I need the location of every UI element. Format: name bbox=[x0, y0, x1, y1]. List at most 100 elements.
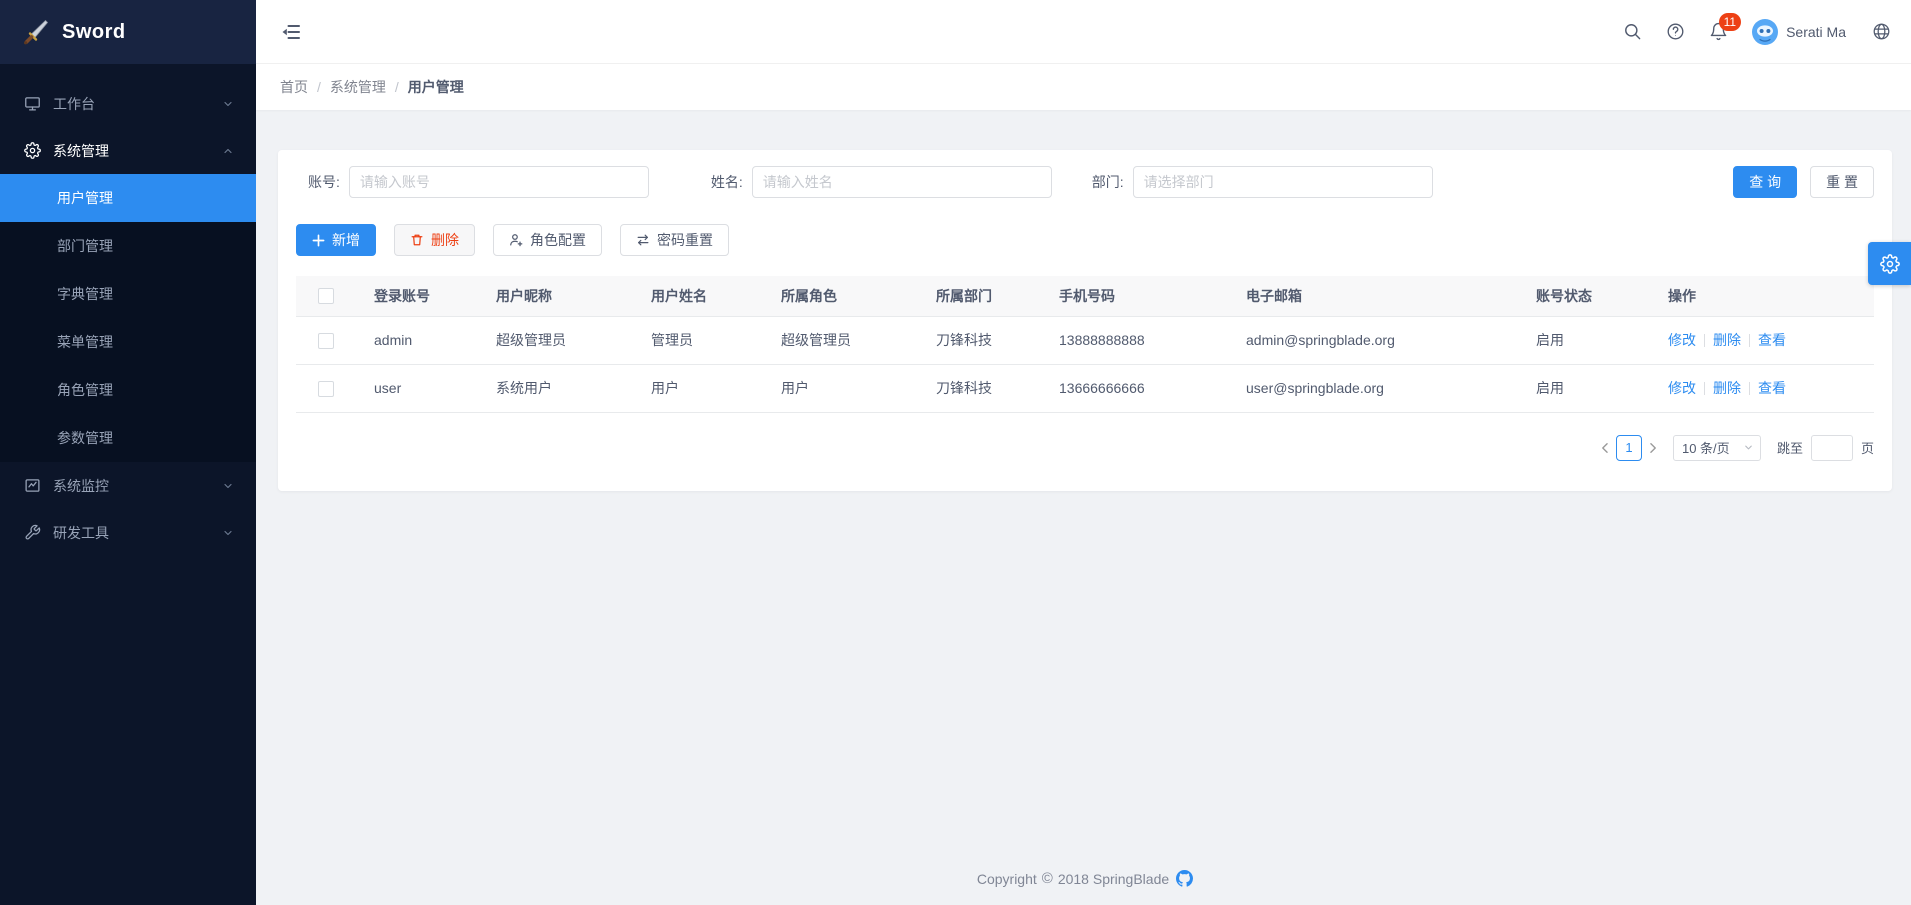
cell-username: 管理员 bbox=[633, 316, 763, 364]
app-title: Sword bbox=[62, 21, 126, 44]
user-name: Serati Ma bbox=[1786, 24, 1846, 40]
sword-icon bbox=[22, 18, 50, 46]
sidebar-item-label: 系统管理 bbox=[53, 141, 109, 161]
footer: Copyright © 2018 SpringBlade bbox=[278, 856, 1892, 895]
search-icon[interactable] bbox=[1623, 22, 1642, 41]
swap-arrows-icon bbox=[636, 233, 650, 247]
sidebar-item-role-mgmt[interactable]: 角色管理 bbox=[0, 366, 256, 414]
cell-account: user bbox=[356, 364, 478, 412]
edit-link[interactable]: 修改 bbox=[1668, 380, 1696, 396]
breadcrumb-separator: / bbox=[317, 79, 321, 95]
col-dept: 所属部门 bbox=[918, 276, 1041, 316]
sidebar-item-label: 系统监控 bbox=[53, 476, 109, 496]
sidebar: Sword 工作台 系统管理 bbox=[0, 0, 256, 905]
language-globe-icon[interactable] bbox=[1872, 22, 1891, 41]
submenu-item-label: 字典管理 bbox=[57, 284, 113, 304]
cell-username: 用户 bbox=[633, 364, 763, 412]
breadcrumb-system-mgmt[interactable]: 系统管理 bbox=[330, 77, 386, 97]
name-input[interactable] bbox=[752, 166, 1052, 198]
cell-dept: 刀锋科技 bbox=[918, 316, 1041, 364]
main-area: 11 Serati Ma bbox=[256, 0, 1911, 905]
cell-dept: 刀锋科技 bbox=[918, 364, 1041, 412]
sidebar-item-user-mgmt[interactable]: 用户管理 bbox=[0, 174, 256, 222]
cell-role: 用户 bbox=[763, 364, 918, 412]
action-divider bbox=[1704, 382, 1705, 395]
github-icon[interactable] bbox=[1176, 870, 1193, 887]
page-size-select[interactable]: 10 条/页 bbox=[1673, 435, 1761, 461]
help-icon[interactable] bbox=[1666, 22, 1685, 41]
chevron-down-icon bbox=[1743, 442, 1754, 453]
sidebar-item-label: 研发工具 bbox=[53, 523, 109, 543]
sidebar-item-dev-tools[interactable]: 研发工具 bbox=[0, 509, 256, 556]
submenu-system-mgmt: 用户管理 部门管理 字典管理 菜单管理 角色管理 参数管理 bbox=[0, 174, 256, 462]
delete-link[interactable]: 删除 bbox=[1713, 380, 1741, 396]
settings-gear-button[interactable] bbox=[1868, 242, 1911, 285]
breadcrumb-current: 用户管理 bbox=[408, 77, 464, 97]
delete-button[interactable]: 删除 bbox=[394, 224, 475, 256]
select-all-checkbox[interactable] bbox=[318, 288, 334, 304]
page-jump-input[interactable] bbox=[1811, 435, 1853, 461]
reset-button[interactable]: 重 置 bbox=[1810, 166, 1874, 198]
sidebar-nav: 工作台 系统管理 用户管理 部门管理 字典管理 菜单管理 角色管理 参数 bbox=[0, 64, 256, 556]
name-label: 姓名: bbox=[711, 172, 743, 192]
pagination: 1 10 条/页 跳至 页 bbox=[296, 435, 1874, 461]
col-nickname: 用户昵称 bbox=[478, 276, 633, 316]
prev-page-button[interactable] bbox=[1593, 442, 1616, 454]
notifications-button[interactable]: 11 bbox=[1709, 22, 1728, 41]
copyright-icon: © bbox=[1042, 870, 1053, 887]
search-button[interactable]: 查 询 bbox=[1733, 166, 1797, 198]
next-page-button[interactable] bbox=[1642, 442, 1665, 454]
avatar bbox=[1752, 19, 1778, 45]
col-phone: 手机号码 bbox=[1041, 276, 1228, 316]
sidebar-item-label: 工作台 bbox=[53, 94, 95, 114]
submenu-item-label: 角色管理 bbox=[57, 380, 113, 400]
row-checkbox[interactable] bbox=[318, 333, 334, 349]
cell-nickname: 超级管理员 bbox=[478, 316, 633, 364]
page-number-1[interactable]: 1 bbox=[1616, 435, 1642, 461]
sidebar-item-dept-mgmt[interactable]: 部门管理 bbox=[0, 222, 256, 270]
sidebar-collapse-icon[interactable] bbox=[280, 21, 302, 43]
view-link[interactable]: 查看 bbox=[1758, 332, 1786, 348]
page-jump: 跳至 页 bbox=[1777, 435, 1874, 461]
user-menu[interactable]: Serati Ma bbox=[1752, 19, 1846, 45]
delete-link[interactable]: 删除 bbox=[1713, 332, 1741, 348]
sidebar-item-system-monitor[interactable]: 系统监控 bbox=[0, 462, 256, 509]
row-checkbox[interactable] bbox=[318, 381, 334, 397]
edit-link[interactable]: 修改 bbox=[1668, 332, 1696, 348]
sidebar-item-dict-mgmt[interactable]: 字典管理 bbox=[0, 270, 256, 318]
sidebar-item-system-mgmt[interactable]: 系统管理 bbox=[0, 127, 256, 174]
filter-dept: 部门: bbox=[1092, 166, 1433, 198]
sidebar-item-param-mgmt[interactable]: 参数管理 bbox=[0, 414, 256, 462]
add-button[interactable]: 新增 bbox=[296, 224, 376, 256]
dept-select[interactable] bbox=[1133, 166, 1433, 198]
table-header-row: 登录账号 用户昵称 用户姓名 所属角色 所属部门 手机号码 电子邮箱 账号状态 … bbox=[296, 276, 1874, 316]
breadcrumb: 首页 / 系统管理 / 用户管理 bbox=[256, 64, 1911, 110]
table-row: user 系统用户 用户 用户 刀锋科技 13666666666 user@sp… bbox=[296, 364, 1874, 412]
filter-name: 姓名: bbox=[711, 166, 1052, 198]
account-input[interactable] bbox=[349, 166, 649, 198]
chevron-down-icon bbox=[222, 527, 234, 539]
cell-email: admin@springblade.org bbox=[1228, 316, 1518, 364]
cell-actions: 修改 删除 查看 bbox=[1650, 316, 1874, 364]
cell-phone: 13666666666 bbox=[1041, 364, 1228, 412]
col-username: 用户姓名 bbox=[633, 276, 763, 316]
wrench-icon bbox=[24, 524, 42, 542]
password-reset-button[interactable]: 密码重置 bbox=[620, 224, 729, 256]
users-table: 登录账号 用户昵称 用户姓名 所属角色 所属部门 手机号码 电子邮箱 账号状态 … bbox=[296, 276, 1874, 413]
role-config-button[interactable]: 角色配置 bbox=[493, 224, 602, 256]
sidebar-item-workbench[interactable]: 工作台 bbox=[0, 80, 256, 127]
cell-role: 超级管理员 bbox=[763, 316, 918, 364]
password-reset-button-label: 密码重置 bbox=[657, 230, 713, 250]
notification-badge: 11 bbox=[1719, 13, 1741, 31]
content: 账号: 姓名: 部门: 查 询 重 置 bbox=[256, 110, 1911, 905]
col-actions: 操作 bbox=[1650, 276, 1874, 316]
app-logo[interactable]: Sword bbox=[0, 0, 256, 64]
filter-account: 账号: bbox=[308, 166, 649, 198]
gear-icon bbox=[1880, 254, 1900, 274]
breadcrumb-home[interactable]: 首页 bbox=[280, 77, 308, 97]
col-status: 账号状态 bbox=[1518, 276, 1650, 316]
topbar-right: 11 Serati Ma bbox=[1623, 19, 1891, 45]
submenu-item-label: 用户管理 bbox=[57, 188, 113, 208]
sidebar-item-menu-mgmt[interactable]: 菜单管理 bbox=[0, 318, 256, 366]
view-link[interactable]: 查看 bbox=[1758, 380, 1786, 396]
